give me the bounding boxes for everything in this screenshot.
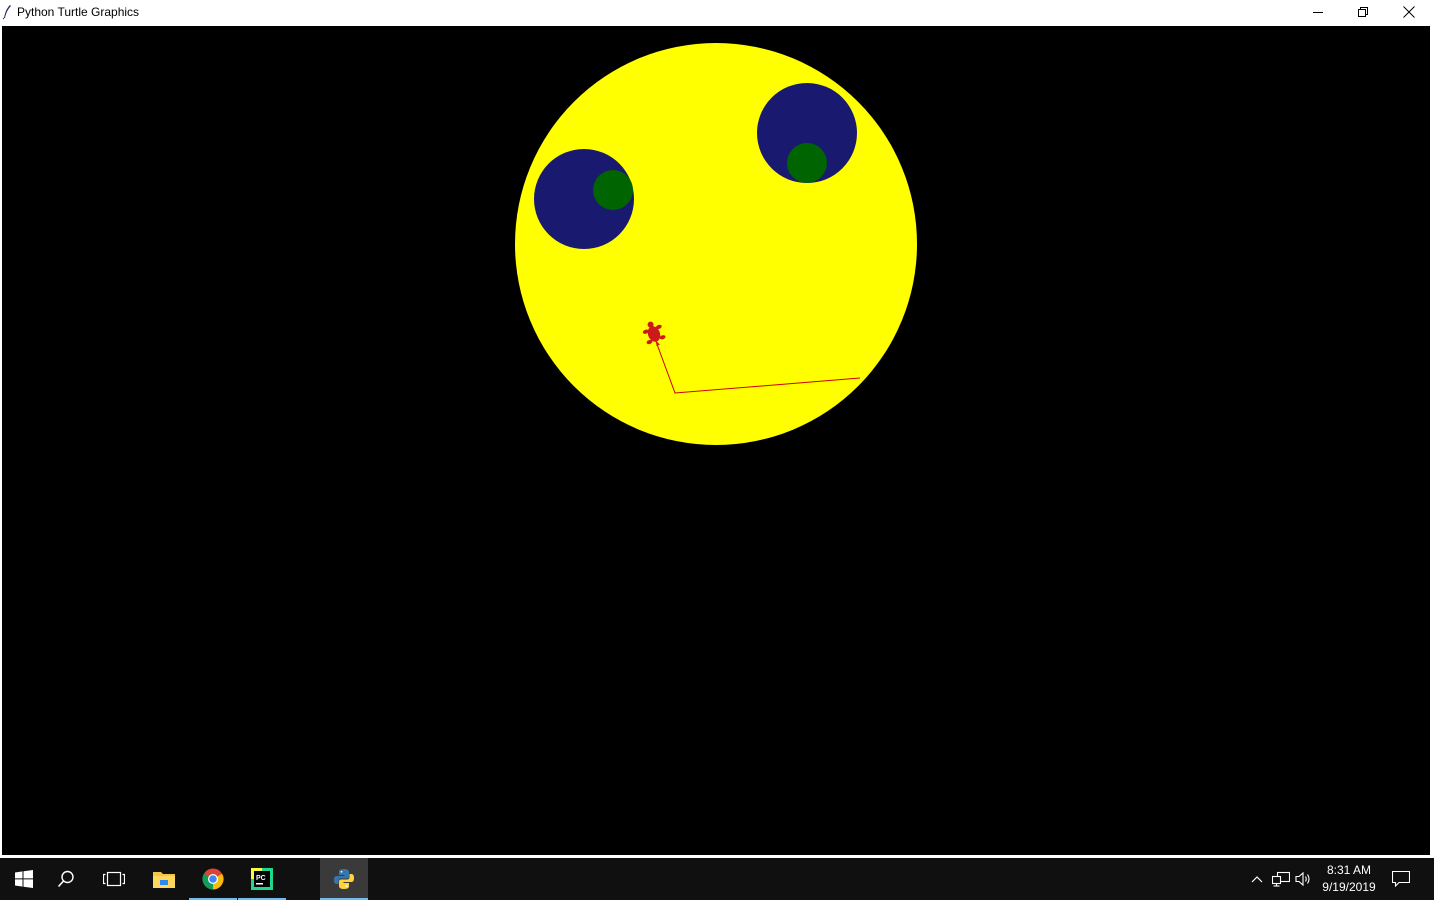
show-hidden-icons-button[interactable]	[1245, 858, 1269, 900]
close-button[interactable]	[1386, 0, 1432, 24]
network-icon	[1272, 871, 1290, 887]
chrome-icon	[202, 868, 224, 890]
chevron-up-icon	[1251, 876, 1263, 883]
window-title: Python Turtle Graphics	[17, 5, 140, 19]
taskbar-file-explorer[interactable]	[140, 858, 188, 900]
restore-button[interactable]	[1340, 0, 1386, 24]
task-view-button[interactable]	[90, 858, 138, 900]
notifications-icon	[1392, 871, 1410, 887]
windows-start-icon	[15, 870, 33, 888]
svg-text:PC: PC	[256, 875, 266, 882]
taskbar-pycharm[interactable]: PC	[238, 858, 286, 900]
left-pupil	[593, 170, 633, 210]
taskbar: PC 8:31 AM 9/19/2019	[0, 858, 1434, 900]
turtle-canvas[interactable]	[2, 26, 1430, 855]
python-icon	[334, 869, 354, 889]
network-button[interactable]	[1269, 858, 1293, 900]
restore-icon	[1358, 7, 1368, 17]
volume-icon	[1295, 871, 1310, 887]
search-icon	[57, 870, 74, 888]
file-explorer-icon	[153, 872, 175, 888]
window-titlebar[interactable]: Python Turtle Graphics	[0, 0, 1434, 24]
task-view-icon	[103, 871, 125, 887]
canvas-frame	[0, 24, 1434, 857]
minimize-icon	[1313, 12, 1323, 13]
minimize-button[interactable]	[1295, 0, 1341, 24]
clock-date: 9/19/2019	[1322, 880, 1376, 894]
start-button[interactable]	[0, 858, 48, 900]
drawing-surface	[515, 43, 917, 445]
search-button[interactable]	[42, 858, 90, 900]
taskbar-python-turtle[interactable]	[320, 858, 368, 900]
pycharm-icon: PC	[251, 868, 273, 890]
action-center-button[interactable]	[1388, 858, 1414, 900]
feather-icon	[2, 5, 11, 20]
clock-time: 8:31 AM	[1326, 863, 1372, 877]
right-pupil	[787, 143, 827, 183]
taskbar-clock[interactable]: 8:31 AM 9/19/2019	[1318, 862, 1380, 898]
close-icon	[1403, 6, 1415, 18]
taskbar-chrome[interactable]	[189, 858, 237, 900]
volume-button[interactable]	[1292, 858, 1316, 900]
